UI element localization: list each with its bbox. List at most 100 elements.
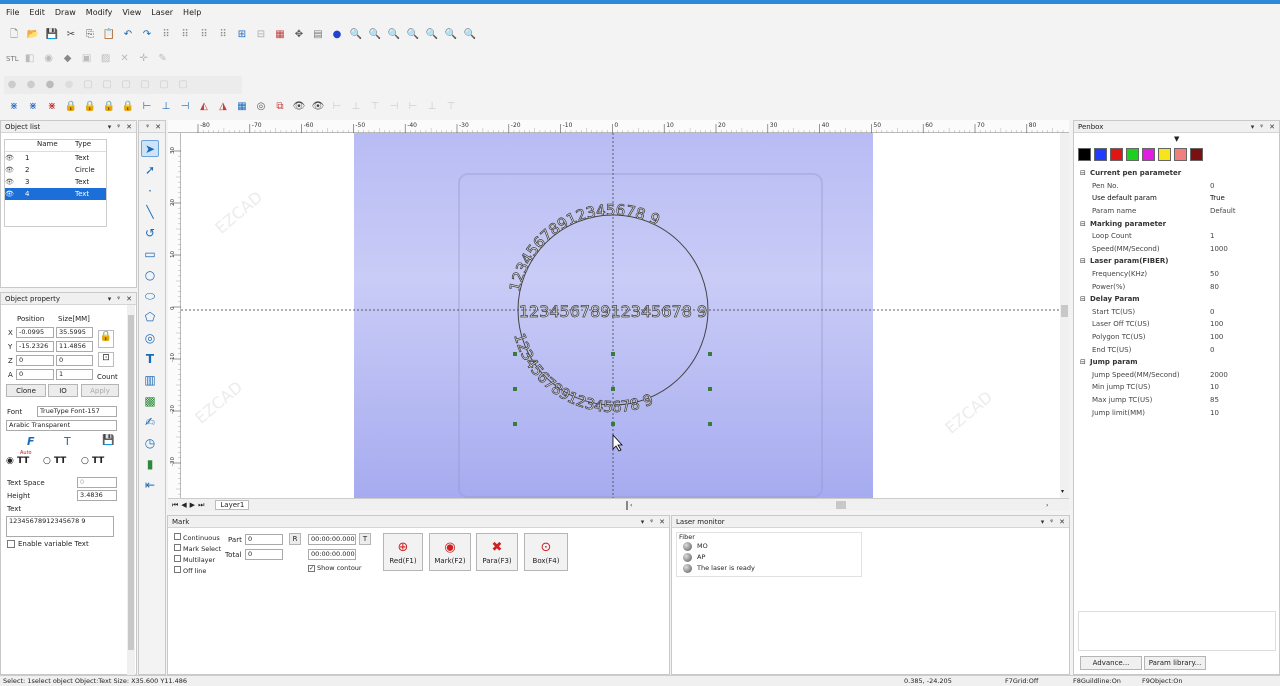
polygon-icon[interactable]: ⬠ bbox=[141, 308, 159, 325]
part-input[interactable]: 0 bbox=[245, 534, 283, 545]
dropdown-icon[interactable]: ▾ bbox=[108, 295, 112, 303]
zoom-window-icon[interactable]: 🔍 bbox=[462, 27, 478, 43]
input-port-icon[interactable]: ▮ bbox=[141, 455, 159, 472]
image-icon[interactable]: ▩ bbox=[141, 392, 159, 409]
width-input[interactable]: 35.5995 bbox=[56, 327, 93, 338]
hatch-icon[interactable]: ▦ bbox=[272, 27, 288, 43]
pen-color-swatch[interactable] bbox=[1174, 148, 1187, 161]
x-position-input[interactable]: -0.0995 bbox=[16, 327, 54, 338]
zoom-fit-icon[interactable]: 🔍 bbox=[424, 27, 440, 43]
close-icon[interactable]: ✕ bbox=[1059, 518, 1065, 526]
z-position-input[interactable]: 0 bbox=[16, 355, 54, 366]
selection-handle[interactable] bbox=[708, 387, 712, 391]
param-row[interactable]: Start TC(US) 0 bbox=[1080, 306, 1277, 319]
dropdown-icon[interactable]: ▾ bbox=[108, 123, 112, 131]
enable-variable-text-checkbox[interactable]: Enable variable Text bbox=[7, 540, 89, 548]
lock-2-icon[interactable]: 🔒 bbox=[82, 99, 98, 115]
rectangle-icon[interactable]: ▭ bbox=[141, 245, 159, 262]
tab-nav-arrows-icon[interactable]: ⏮◀▶⏭ bbox=[172, 501, 207, 510]
menu-modify[interactable]: Modify bbox=[86, 8, 113, 17]
show-contour-checkbox[interactable]: ✓ Show contour bbox=[308, 564, 362, 572]
drawing-canvas[interactable]: EZCAD EZCAD EZCAD 12345678912345678 9 12… bbox=[181, 133, 1060, 498]
total-input[interactable]: 0 bbox=[245, 549, 283, 560]
param-row[interactable]: Min jump TC(US) 10 bbox=[1080, 381, 1277, 394]
count-input[interactable]: 1 bbox=[56, 369, 93, 380]
horizontal-scroll-thumb[interactable] bbox=[836, 501, 846, 509]
redo-icon[interactable]: ↷ bbox=[139, 27, 155, 43]
lock-ratio-icon[interactable]: 🔒 bbox=[98, 330, 114, 348]
save-font-icon[interactable]: 💾 bbox=[102, 435, 114, 446]
close-icon[interactable]: ✕ bbox=[126, 123, 132, 131]
stl-tool-3-icon[interactable]: ◆ bbox=[60, 51, 76, 67]
lock-icon[interactable]: 🔒 bbox=[63, 99, 79, 115]
z-size-input[interactable]: 0 bbox=[56, 355, 93, 366]
menu-laser[interactable]: Laser bbox=[151, 8, 173, 17]
close-icon[interactable]: ✕ bbox=[659, 518, 665, 526]
circle-icon[interactable]: ○ bbox=[141, 266, 159, 283]
color-ball-icon[interactable]: ● bbox=[329, 27, 345, 43]
center-icon[interactable]: ⊡ bbox=[98, 352, 114, 367]
align-right-icon[interactable]: ⊣ bbox=[177, 99, 193, 115]
pen-color-swatch[interactable] bbox=[1078, 148, 1091, 161]
timer-icon[interactable]: ◷ bbox=[141, 434, 159, 451]
param-row[interactable]: Jump Speed(MM/Second) 2000 bbox=[1080, 369, 1277, 382]
clone-button[interactable]: Clone bbox=[6, 384, 46, 397]
undo-icon[interactable]: ↶ bbox=[120, 27, 136, 43]
lock-all-icon[interactable]: 🔒 bbox=[120, 99, 136, 115]
grid-icon[interactable]: ▤ bbox=[310, 27, 326, 43]
spiral-icon[interactable]: ◎ bbox=[141, 329, 159, 346]
cut-icon[interactable]: ✂ bbox=[63, 27, 79, 43]
selection-handle[interactable] bbox=[513, 422, 517, 426]
text-space-input[interactable]: 0 bbox=[77, 477, 117, 488]
multilayer-checkbox[interactable]: Multilayer bbox=[174, 555, 221, 566]
tab-layer1[interactable]: Layer1 bbox=[215, 500, 250, 510]
apply-button[interactable]: Apply bbox=[81, 384, 119, 397]
dropdown-icon[interactable]: ▾ bbox=[1041, 518, 1045, 526]
stl-move-icon[interactable]: ✛ bbox=[136, 51, 152, 67]
pen-color-swatch[interactable] bbox=[1094, 148, 1107, 161]
unlock-icon[interactable]: 🔒 bbox=[101, 99, 117, 115]
canvas-vertical-scrollbar[interactable]: ▾ bbox=[1060, 133, 1069, 498]
delete-node-icon[interactable]: ⋇ bbox=[44, 99, 60, 115]
text-tool-icon[interactable]: T bbox=[141, 350, 159, 367]
pen-color-swatch[interactable] bbox=[1190, 148, 1203, 161]
selection-handle[interactable] bbox=[708, 422, 712, 426]
reset-part-button[interactable]: R bbox=[289, 533, 301, 545]
param-row[interactable]: End TC(US) 0 bbox=[1080, 343, 1277, 356]
collapse-icon[interactable]: ⊟ bbox=[1080, 295, 1090, 303]
selection-handle[interactable] bbox=[513, 352, 517, 356]
grid-dots-4-icon[interactable]: ⠿ bbox=[215, 27, 231, 43]
close-icon[interactable]: ✕ bbox=[126, 295, 132, 303]
col-type[interactable]: Type bbox=[75, 140, 91, 151]
pin-icon[interactable]: ᵠ bbox=[117, 123, 120, 131]
stl-tool-1-icon[interactable]: ◧ bbox=[22, 51, 38, 67]
node-edit-icon[interactable]: ➚ bbox=[141, 161, 159, 178]
scroll-right-icon[interactable]: › bbox=[1046, 502, 1048, 509]
mark-select-checkbox[interactable]: Mark Select bbox=[174, 544, 221, 555]
selection-handle[interactable] bbox=[611, 387, 615, 391]
menu-file[interactable]: File bbox=[6, 8, 19, 17]
align-left-icon[interactable]: ⊢ bbox=[139, 99, 155, 115]
table-row[interactable]: 👁 2 Circle bbox=[5, 164, 106, 176]
tools-icon[interactable]: ✥ bbox=[291, 27, 307, 43]
ellipse-icon[interactable]: ⬭ bbox=[141, 287, 159, 304]
param-row[interactable]: Jump limit(MM) 10 bbox=[1080, 406, 1277, 419]
eye-2-icon[interactable]: 👁 bbox=[310, 99, 326, 115]
param-row[interactable]: Frequency(KHz) 50 bbox=[1080, 268, 1277, 281]
selection-handle[interactable] bbox=[513, 387, 517, 391]
barcode-icon[interactable]: ▥ bbox=[141, 371, 159, 388]
menu-edit[interactable]: Edit bbox=[29, 8, 45, 17]
zoom-icon[interactable]: 🔍 bbox=[348, 27, 364, 43]
y-position-input[interactable]: -15.2326 bbox=[16, 341, 54, 352]
array-icon[interactable]: ▦ bbox=[234, 99, 250, 115]
text-mode-2-icon[interactable]: ○ ТТ bbox=[43, 456, 66, 466]
dropdown-icon[interactable]: ▾ bbox=[1251, 123, 1255, 131]
text-content-input[interactable]: 12345678912345678 9 bbox=[6, 516, 114, 537]
param-row[interactable]: Polygon TC(US) 100 bbox=[1080, 331, 1277, 344]
property-scrollbar[interactable] bbox=[127, 305, 135, 675]
reset-time-button[interactable]: T bbox=[359, 533, 371, 545]
open-file-icon[interactable]: 📂 bbox=[25, 27, 41, 43]
menu-draw[interactable]: Draw bbox=[55, 8, 76, 17]
save-file-icon[interactable]: 💾 bbox=[44, 27, 60, 43]
curve-icon[interactable]: ↺ bbox=[141, 224, 159, 241]
